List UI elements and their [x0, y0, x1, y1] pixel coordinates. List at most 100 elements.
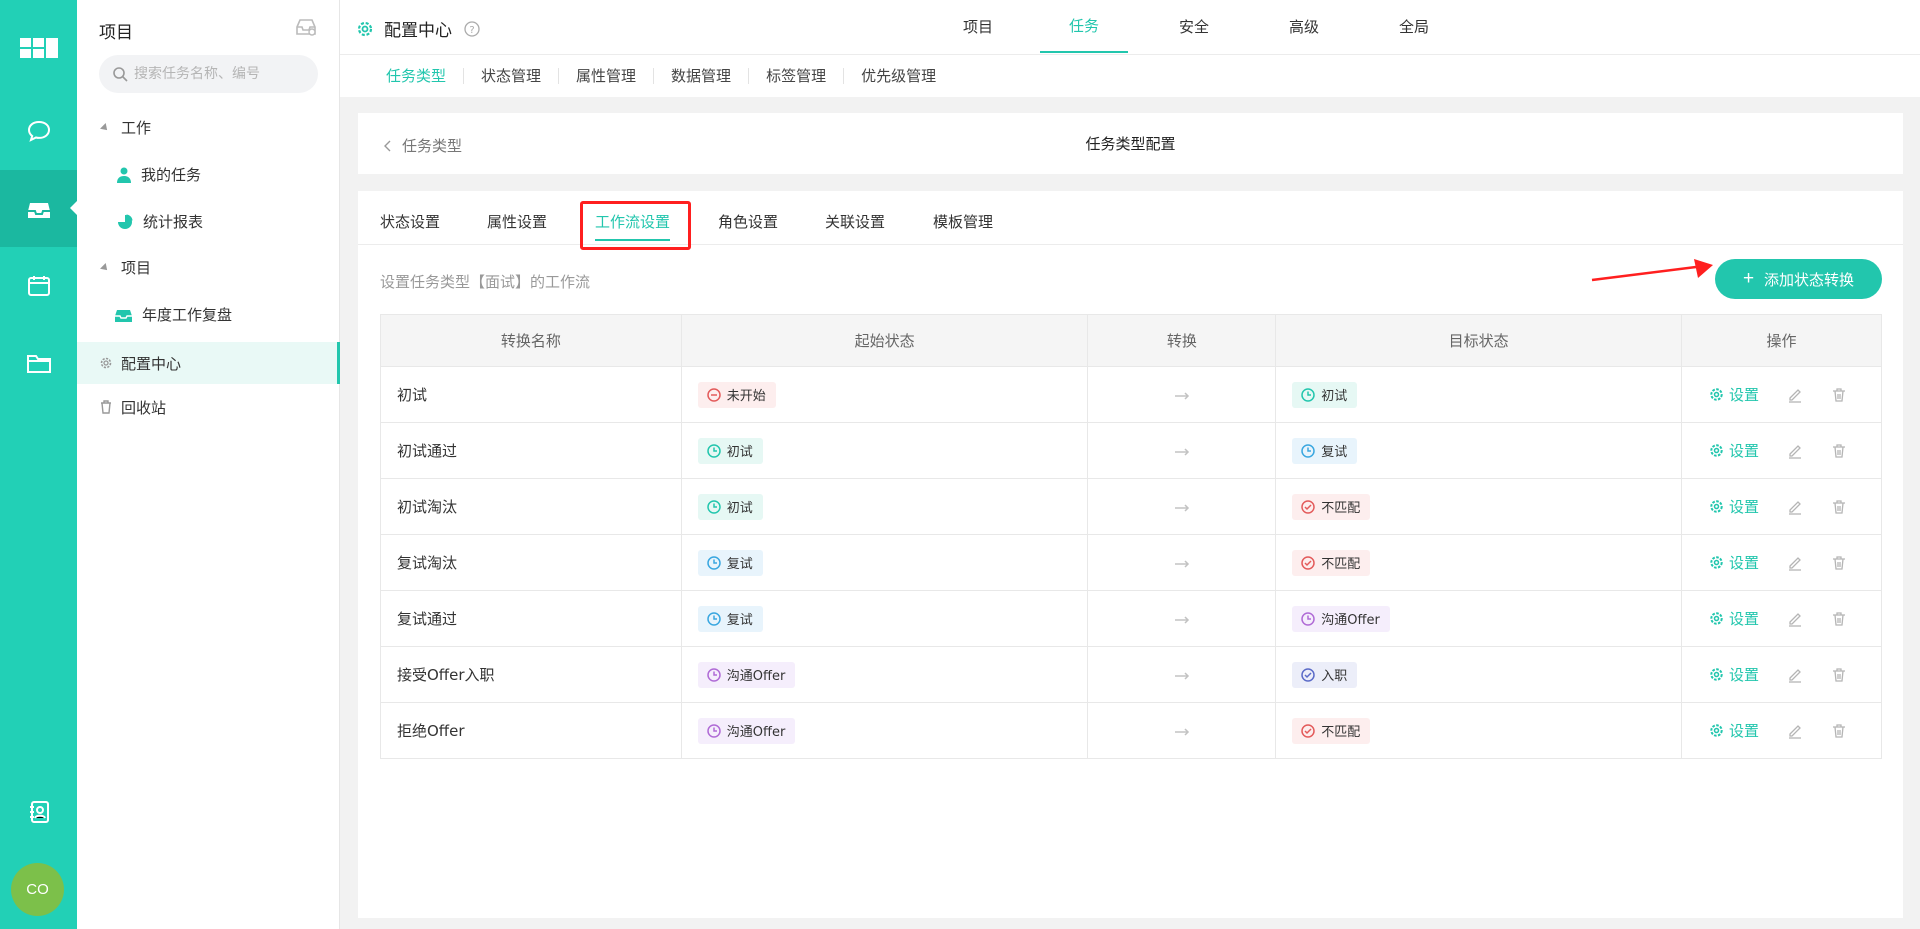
sidebar-item-config-center[interactable]: 配置中心 [77, 342, 340, 384]
sidebar-item-reports[interactable]: 统计报表 [117, 211, 203, 232]
clock-icon [707, 667, 721, 682]
search-box[interactable] [99, 55, 318, 93]
sidebar-group-project[interactable]: 项目 [100, 257, 151, 278]
edit-icon[interactable] [1787, 611, 1803, 627]
delete-icon[interactable] [1831, 555, 1847, 571]
settings-link[interactable]: 设置 [1709, 720, 1759, 741]
delete-icon[interactable] [1831, 611, 1847, 627]
delete-icon[interactable] [1831, 499, 1847, 515]
red-arrow-annotation [1591, 259, 1713, 282]
operations-cell: 设置 [1681, 478, 1882, 535]
add-button-label: 添加状态转换 [1764, 271, 1855, 289]
rail-chat-button[interactable] [0, 92, 77, 169]
operations-cell: 设置 [1681, 366, 1882, 423]
rail-contacts-button[interactable] [0, 773, 77, 850]
status-label: 初试 [726, 501, 753, 516]
edit-icon[interactable] [1787, 387, 1803, 403]
subnav-priority[interactable]: 优先级管理 [844, 68, 953, 84]
delete-icon[interactable] [1831, 667, 1847, 683]
transition-arrow-cell [1087, 590, 1276, 647]
transition-name: 初试 [397, 386, 428, 404]
subnav-data[interactable]: 数据管理 [654, 68, 750, 84]
gear-icon [1709, 555, 1724, 570]
subnav-status[interactable]: 状态管理 [464, 68, 560, 84]
sidebar-item-my-tasks[interactable]: 我的任务 [117, 164, 201, 185]
settings-link[interactable]: 设置 [1709, 496, 1759, 517]
transition-name-cell: 拒绝Offer [380, 702, 682, 759]
sidebar-title: 项目 [99, 23, 133, 43]
gear-icon [99, 356, 113, 370]
contacts-icon [29, 800, 49, 823]
edit-icon[interactable] [1787, 555, 1803, 571]
tab-role-settings[interactable]: 角色设置 [718, 211, 778, 232]
sidebar-item-label: 回收站 [121, 398, 167, 417]
settings-link[interactable]: 设置 [1709, 608, 1759, 629]
gear-icon [1709, 611, 1724, 626]
sidebar-item-label: 年度工作复盘 [142, 306, 233, 324]
delete-icon[interactable] [1831, 723, 1847, 739]
transition-arrow-cell [1087, 702, 1276, 759]
subnav-task-type[interactable]: 任务类型 [386, 68, 465, 84]
column-header: 转换名称 [380, 314, 682, 367]
clock-icon [707, 723, 721, 738]
user-avatar[interactable]: CO [11, 863, 64, 916]
tab-global[interactable]: 全局 [1370, 0, 1458, 53]
status-label: 复试 [726, 613, 753, 628]
tab-advanced[interactable]: 高级 [1260, 0, 1348, 53]
settings-link[interactable]: 设置 [1709, 384, 1759, 405]
check-circle-icon [1301, 499, 1316, 514]
transition-arrow-cell [1087, 534, 1276, 591]
tab-status-settings[interactable]: 状态设置 [380, 211, 440, 232]
edit-icon[interactable] [1787, 723, 1803, 739]
transition-name-cell: 接受Offer入职 [380, 646, 682, 703]
sidebar-group-work[interactable]: 工作 [100, 117, 151, 138]
tab-project[interactable]: 项目 [934, 0, 1022, 53]
clock-icon [707, 555, 721, 570]
tab-security[interactable]: 安全 [1150, 0, 1238, 53]
edit-icon[interactable] [1787, 667, 1803, 683]
clock-icon [1301, 611, 1316, 626]
operations-cell: 设置 [1681, 702, 1882, 759]
help-icon[interactable]: ? [464, 20, 480, 37]
tab-relation-settings[interactable]: 关联设置 [825, 211, 885, 232]
rail-task-button[interactable] [0, 170, 78, 247]
to-status-cell: 复试 [1275, 422, 1682, 479]
sidebar-item-recycle-bin[interactable]: 回收站 [77, 386, 340, 428]
status-tag: 不匹配 [1292, 549, 1371, 576]
delete-icon[interactable] [1831, 387, 1847, 403]
search-input[interactable] [134, 66, 314, 82]
rail-folder-button[interactable] [0, 324, 77, 401]
tab-template-management[interactable]: 模板管理 [933, 211, 993, 232]
arrow-right-icon [1174, 447, 1189, 456]
settings-link[interactable]: 设置 [1709, 664, 1759, 685]
tab-attribute-settings[interactable]: 属性设置 [487, 211, 547, 232]
table-header-row: 转换名称 起始状态 转换 目标状态 操作 [380, 314, 1882, 367]
table-row: 接受Offer入职 沟通Offer 入职 设置 [380, 646, 1882, 703]
trash-icon [99, 400, 113, 414]
tab-task[interactable]: 任务 [1040, 0, 1128, 53]
check-circle-icon [1301, 555, 1316, 570]
settings-link[interactable]: 设置 [1709, 552, 1759, 573]
transition-arrow-cell [1087, 646, 1276, 703]
status-label: 不匹配 [1321, 501, 1361, 516]
subnav-tags[interactable]: 标签管理 [749, 68, 845, 84]
subnav-attributes[interactable]: 属性管理 [559, 68, 655, 84]
to-status-cell: 入职 [1275, 646, 1682, 703]
collapse-triangle-icon [100, 262, 110, 273]
edit-icon[interactable] [1787, 443, 1803, 459]
rail-calendar-button[interactable] [0, 247, 77, 324]
add-transition-button[interactable]: + 添加状态转换 [1715, 259, 1882, 299]
transition-name-cell: 复试通过 [380, 590, 682, 647]
delete-icon[interactable] [1831, 443, 1847, 459]
operations-cell: 设置 [1681, 646, 1882, 703]
settings-link[interactable]: 设置 [1709, 440, 1759, 461]
sidebar-item-annual-review[interactable]: 年度工作复盘 [115, 304, 232, 325]
calendar-icon [27, 275, 50, 296]
app-logo-icon[interactable] [20, 34, 58, 62]
settings-label: 设置 [1729, 442, 1760, 460]
svg-text:?: ? [469, 25, 474, 36]
edit-icon[interactable] [1787, 499, 1803, 515]
clock-icon [707, 499, 721, 514]
inbox-settings-icon[interactable] [295, 17, 317, 41]
from-status-cell: 复试 [680, 534, 1088, 591]
